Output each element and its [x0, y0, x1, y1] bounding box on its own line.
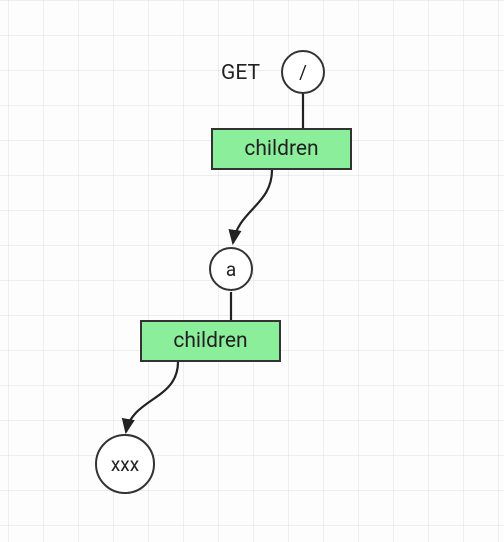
- node-root-label: /: [299, 61, 307, 84]
- edge-children1-to-a: [233, 170, 272, 243]
- node-children-2-label: children: [173, 329, 247, 353]
- node-children-1[interactable]: children: [211, 128, 352, 170]
- node-children-2[interactable]: children: [140, 320, 281, 362]
- edge-children2-to-xxx: [126, 362, 178, 432]
- diagram-canvas: GET / children a children xxx: [0, 0, 504, 542]
- node-a[interactable]: a: [209, 247, 253, 291]
- node-xxx-label: xxx: [111, 453, 139, 476]
- node-a-label: a: [226, 258, 236, 281]
- node-children-1-label: children: [244, 137, 318, 161]
- root-side-label: GET: [200, 61, 260, 85]
- node-xxx[interactable]: xxx: [95, 434, 155, 494]
- node-root[interactable]: /: [281, 50, 325, 94]
